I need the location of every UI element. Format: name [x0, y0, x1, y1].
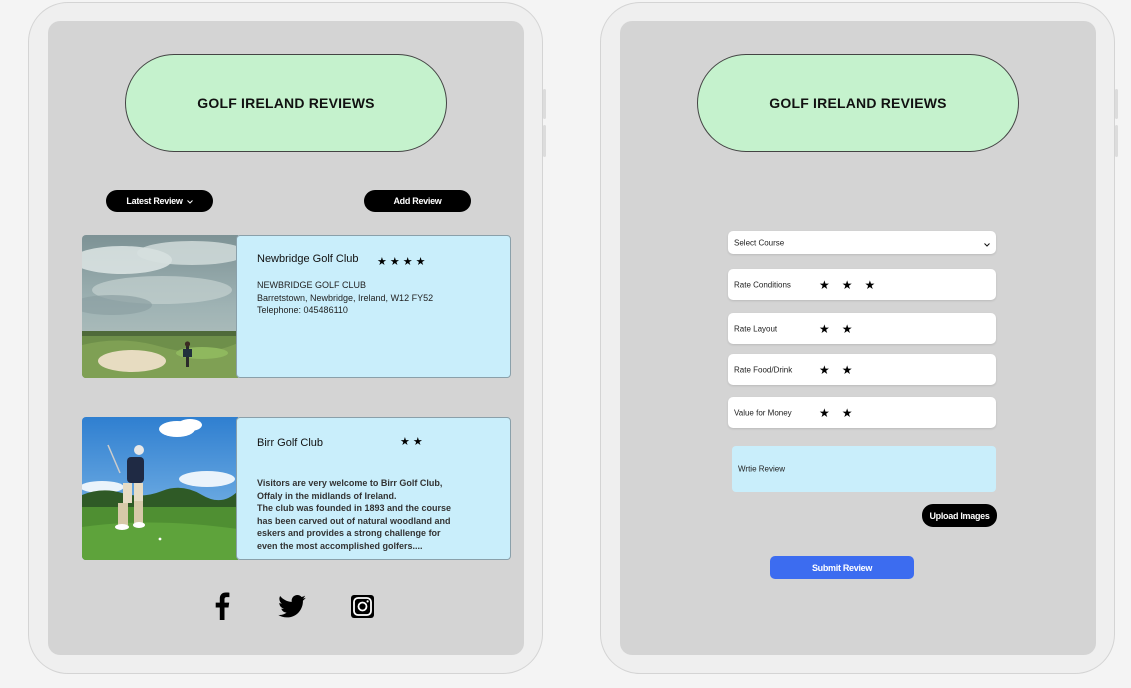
course-name: Newbridge Golf Club — [257, 253, 359, 265]
star-rating: ★★ — [400, 436, 426, 448]
twitter-icon[interactable] — [277, 591, 307, 621]
app-title: GOLF IRELAND REVIEWS — [125, 54, 447, 152]
rating-row-food-drink[interactable]: Rate Food/Drink ★★ — [728, 354, 996, 385]
star-rating[interactable]: ★★ — [819, 322, 865, 336]
submit-review-button[interactable]: Submit Review — [770, 556, 914, 579]
select-course-dropdown[interactable]: Select Course — [728, 231, 996, 254]
app-title: GOLF IRELAND REVIEWS — [697, 54, 1019, 152]
rating-label: Value for Money — [734, 408, 792, 417]
star-rating[interactable]: ★★ — [819, 363, 865, 377]
course-description: Visitors are very welcome to Birr Golf C… — [257, 478, 452, 551]
add-review-button[interactable]: Add Review — [364, 190, 471, 212]
tablet-side-button — [1115, 125, 1118, 157]
rating-row-conditions[interactable]: Rate Conditions ★★★ — [728, 269, 996, 300]
tablet-frame-left: GOLF IRELAND REVIEWS Latest Review Add R… — [28, 2, 546, 674]
tablet-side-button — [543, 125, 546, 157]
select-course-label: Select Course — [734, 238, 785, 247]
tablet-side-button — [543, 89, 546, 119]
course-image-birr — [82, 417, 238, 560]
chevron-down-icon — [984, 240, 990, 249]
rating-label: Rate Food/Drink — [734, 365, 793, 374]
course-image-newbridge — [82, 235, 238, 378]
course-name: Birr Golf Club — [257, 437, 324, 449]
rating-row-layout[interactable]: Rate Layout ★★ — [728, 313, 996, 344]
star-rating: ★★★★ — [377, 256, 429, 268]
add-review-screen: GOLF IRELAND REVIEWS Select Course Rate … — [620, 21, 1096, 655]
star-rating[interactable]: ★★ — [819, 406, 865, 420]
card-details: Birr Golf Club ★★ Visitors are very welc… — [236, 417, 511, 560]
tablet-frame-right: GOLF IRELAND REVIEWS Select Course Rate … — [600, 2, 1118, 674]
review-card[interactable]: Newbridge Golf Club ★★★★ NEWBRIDGE GOLF … — [82, 235, 511, 378]
rating-row-value[interactable]: Value for Money ★★ — [728, 397, 996, 428]
latest-review-dropdown[interactable]: Latest Review — [106, 190, 213, 212]
tablet-side-button — [1115, 89, 1118, 119]
latest-review-label: Latest Review — [126, 196, 183, 206]
review-card[interactable]: Birr Golf Club ★★ Visitors are very welc… — [82, 417, 511, 560]
facebook-icon[interactable] — [207, 591, 237, 621]
review-placeholder: Wrtie Review — [738, 464, 785, 474]
rating-label: Rate Layout — [734, 324, 778, 333]
reviews-screen: GOLF IRELAND REVIEWS Latest Review Add R… — [48, 21, 524, 655]
star-rating[interactable]: ★★★ — [819, 278, 887, 292]
card-details: Newbridge Golf Club ★★★★ NEWBRIDGE GOLF … — [236, 235, 511, 378]
instagram-icon[interactable] — [347, 591, 377, 621]
write-review-textarea[interactable]: Wrtie Review — [732, 446, 996, 492]
upload-images-button[interactable]: Upload Images — [922, 504, 997, 527]
course-description: NEWBRIDGE GOLF CLUB Barretstown, Newbrid… — [257, 280, 434, 315]
chevron-down-icon — [186, 196, 193, 206]
rating-label: Rate Conditions — [734, 280, 791, 289]
